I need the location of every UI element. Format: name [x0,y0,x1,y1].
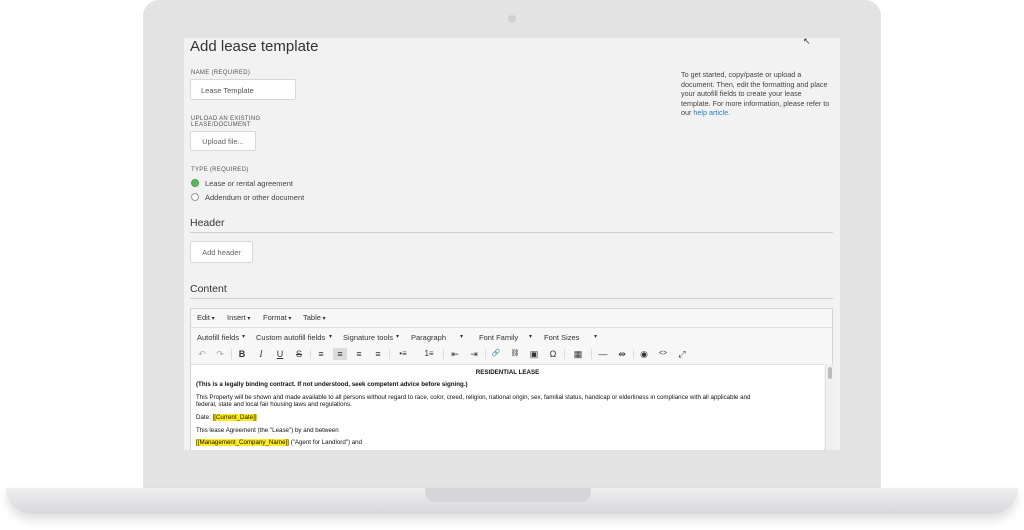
justify-icon[interactable]: ≡ [371,348,385,360]
document-company-line: [[Management_Company_Name]] ("Agent for … [196,439,362,446]
app-screen: Add lease template ↖ NAME (REQUIRED) Lea… [184,38,840,450]
page-title: Add lease template [190,38,319,55]
toolbar-divider [443,349,444,359]
help-text: To get started, copy/paste or upload a d… [681,70,831,118]
fullscreen-icon[interactable]: ⤢ [675,348,689,360]
type-option-lease[interactable]: Lease or rental agreement [191,179,391,189]
numbered-list-icon[interactable]: 1≡ [419,348,439,360]
italic-icon[interactable]: I [254,348,268,360]
horizontal-rule-icon[interactable]: — [596,348,610,360]
rich-text-editor: Edit Insert Format Table Autofill fields… [190,308,834,450]
undo-icon[interactable]: ↶ [195,348,209,360]
help-article-link[interactable]: help article. [693,108,730,117]
chevron-down-icon: ▾ [594,334,598,340]
outdent-icon[interactable]: ⇤ [448,348,462,360]
page-break-icon[interactable]: ⇹ [615,348,629,360]
toolbar-divider [564,349,565,359]
strikethrough-icon[interactable]: S [292,348,306,360]
toolbar-divider [231,349,232,359]
upload-file-button[interactable]: Upload file... [190,131,256,151]
table-icon[interactable]: ▦ [569,348,587,360]
type-option-lease-label: Lease or rental agreement [205,179,293,188]
content-section-title: Content [190,283,227,295]
document-warning: (This is a legally binding contract. If … [196,381,468,388]
font-sizes-dropdown[interactable]: Font Sizes [544,333,579,342]
scrollbar-thumb[interactable] [828,367,832,379]
document-title: RESIDENTIAL LEASE [475,369,540,376]
toolbar-divider [633,349,634,359]
type-label: TYPE (REQUIRED) [191,167,249,173]
source-code-icon[interactable]: <> [656,348,670,360]
radio-unselected-icon[interactable] [191,193,199,201]
chevron-down-icon: ▾ [529,334,533,340]
menu-edit[interactable]: Edit [197,313,215,322]
radio-selected-icon[interactable] [191,179,199,187]
special-character-icon[interactable]: Ω [546,348,560,360]
document-agreement: This lease Agreement (the "Lease") by an… [196,427,339,434]
header-divider [190,232,833,233]
align-center-icon[interactable]: ≡ [333,348,347,360]
toolbar-divider [591,349,592,359]
toolbar-divider [485,349,486,359]
chevron-down-icon: ▾ [242,334,246,340]
underline-icon[interactable]: U [273,348,287,360]
editor-menubar: Edit Insert Format Table [191,309,832,328]
document-equal-housing: This Property will be shown and made ava… [196,394,751,401]
agent-text: ("Agent for Landlord") and [288,439,363,446]
unlink-icon[interactable]: ⛓ [508,348,522,360]
date-label: Date: [196,414,213,421]
link-icon[interactable]: 🔗 [489,348,503,360]
add-header-button[interactable]: Add header [190,241,253,263]
menu-table[interactable]: Table [303,313,326,322]
camera-icon [508,15,516,23]
autofill-fields-dropdown[interactable]: Autofill fields [197,333,239,342]
paragraph-dropdown[interactable]: Paragraph [411,333,446,342]
menu-format[interactable]: Format [263,313,291,322]
chevron-down-icon: ▾ [460,334,464,340]
chevron-down-icon: ▾ [396,334,400,340]
editor-toolbar-dropdowns: Autofill fields ▾ Custom autofill fields… [191,329,832,344]
editor-toolbar-formatting: ↶ ↷ B I U S ≡ ≡ ≡ ≡ •≡ 1≡ ⇤ ⇥ 🔗 ⛓ ▣ Ω ▦ [191,346,832,362]
bold-icon[interactable]: B [235,348,249,360]
mouse-cursor-icon: ↖ [803,38,811,46]
indent-icon[interactable]: ⇥ [467,348,481,360]
font-family-dropdown[interactable]: Font Family [479,333,518,342]
name-label: NAME (REQUIRED) [191,70,251,76]
toolbar-divider [389,349,390,359]
document-equal-housing-2: federal, state and local fair housing la… [196,401,352,408]
redo-icon[interactable]: ↷ [213,348,227,360]
current-date-field[interactable]: [[Current_Date]] [212,414,257,421]
preview-icon[interactable]: ◉ [637,348,651,360]
type-option-addendum[interactable]: Addendum or other document [191,193,391,203]
bullet-list-icon[interactable]: •≡ [393,348,413,360]
editor-document-area[interactable]: RESIDENTIAL LEASE (This is a legally bin… [191,364,824,450]
image-icon[interactable]: ▣ [527,348,541,360]
document-date-line: Date: [[Current_Date]] [196,414,257,421]
content-divider [190,298,833,299]
toolbar-divider [310,349,311,359]
chevron-down-icon: ▾ [329,334,333,340]
header-section-title: Header [190,217,225,229]
signature-tools-dropdown[interactable]: Signature tools [343,333,393,342]
align-left-icon[interactable]: ≡ [314,348,328,360]
menu-insert[interactable]: Insert [227,313,250,322]
type-option-addendum-label: Addendum or other document [205,193,305,202]
editor-scrollbar[interactable] [825,364,834,450]
management-company-field[interactable]: [[Management_Company_Name]] [196,439,289,446]
upload-label-line2: LEASE/DOCUMENT [191,122,251,128]
align-right-icon[interactable]: ≡ [352,348,366,360]
template-name-input[interactable]: Lease Template [190,79,296,100]
custom-autofill-dropdown[interactable]: Custom autofill fields [256,333,325,342]
laptop-notch [425,488,591,502]
